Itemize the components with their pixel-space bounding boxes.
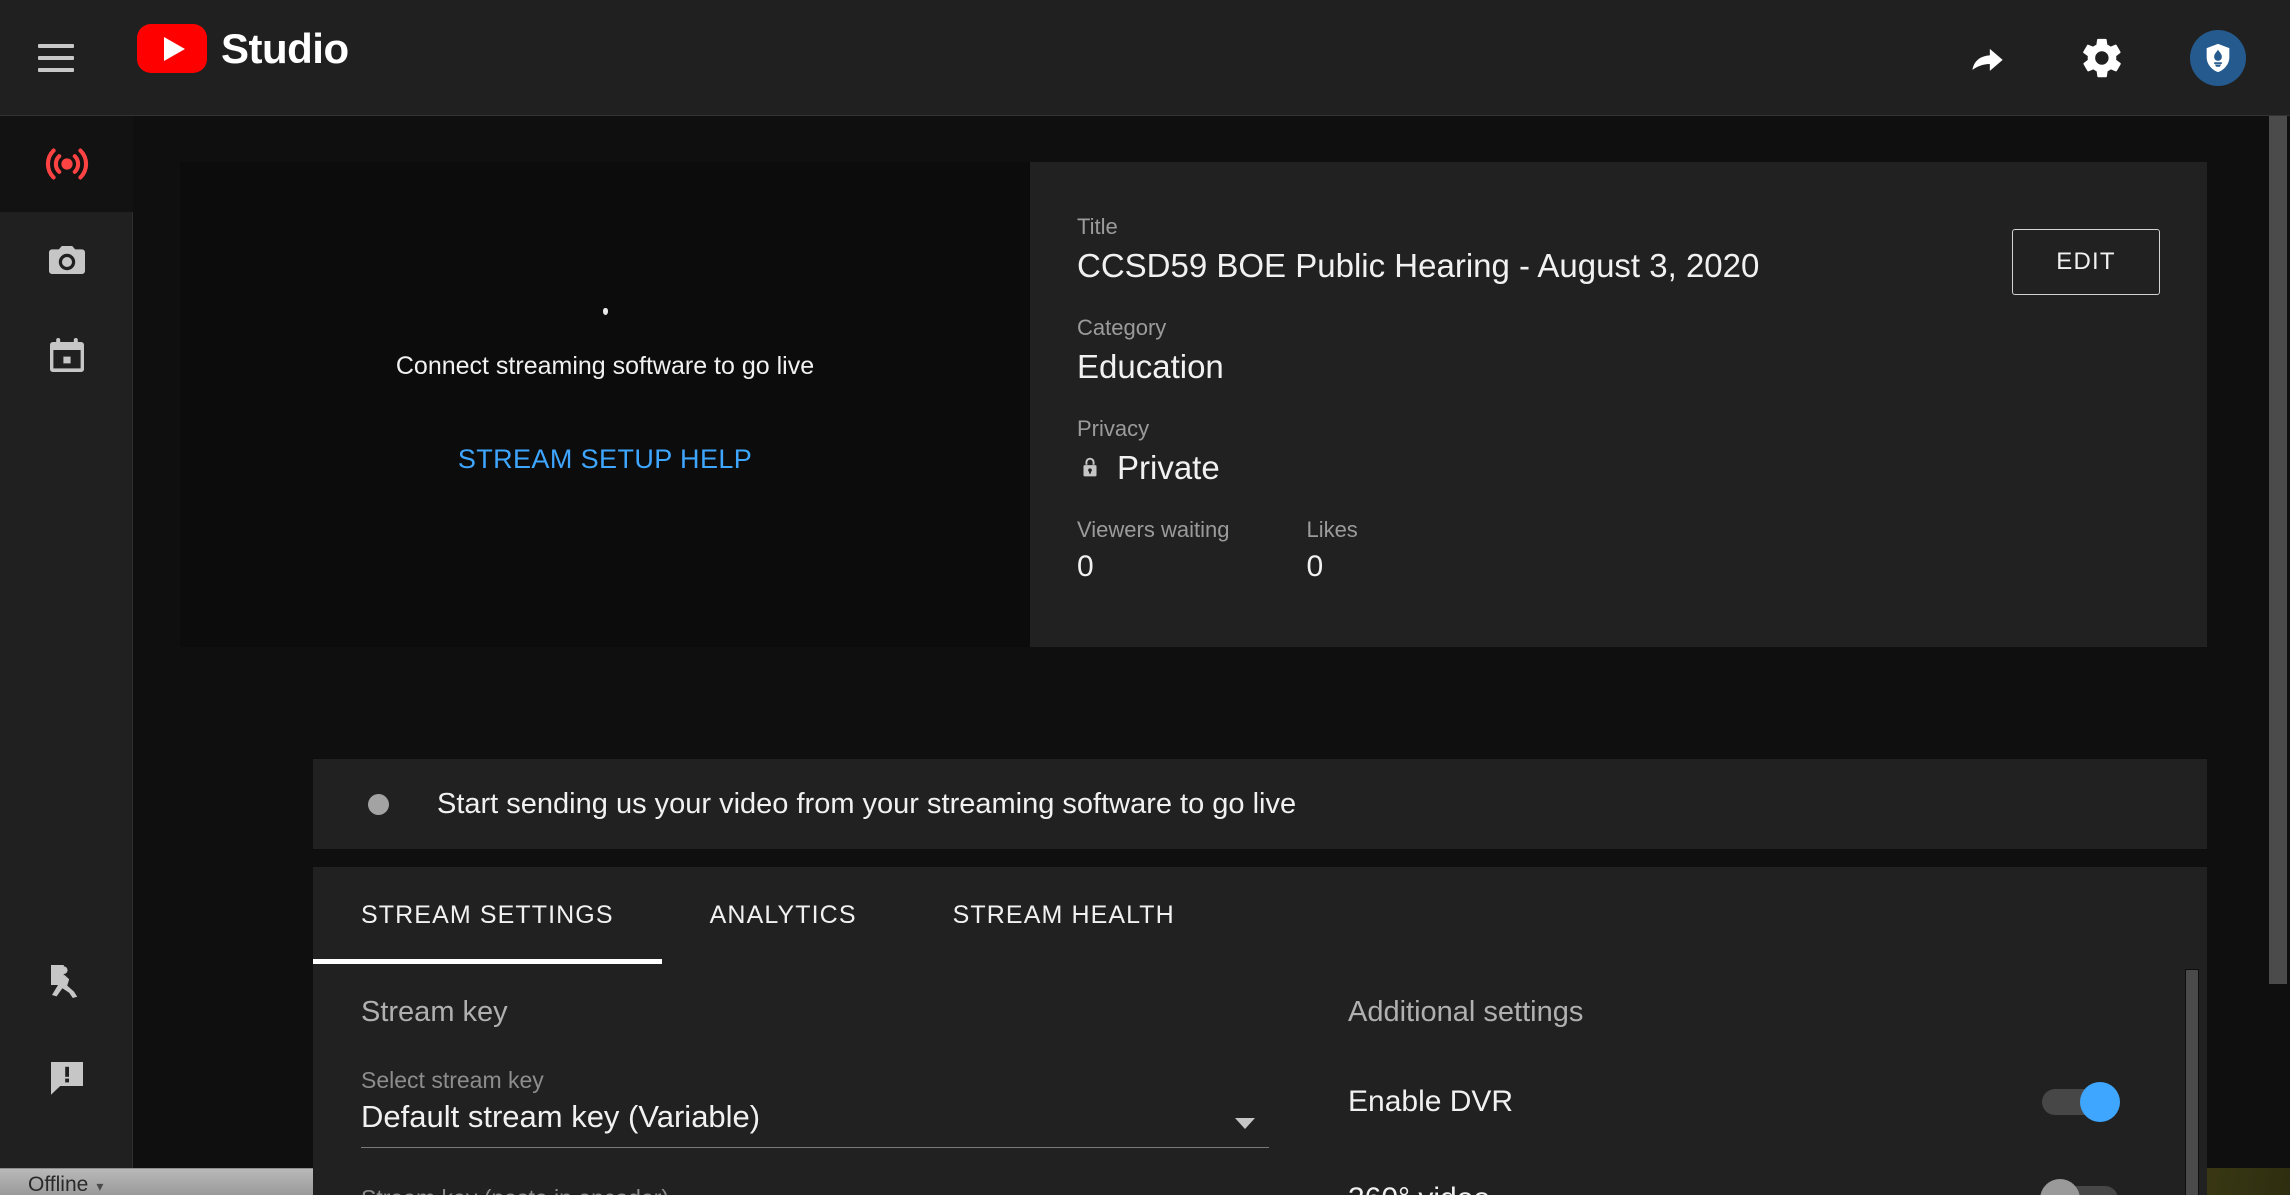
- privacy-value: Private: [1117, 449, 1220, 486]
- settings-tabs: STREAM SETTINGS ANALYTICS STREAM HEALTH: [313, 867, 2207, 964]
- video-360-row: 360° video: [1348, 1164, 2118, 1195]
- stream-preview: Connect streaming software to go live ST…: [180, 162, 1030, 647]
- avatar[interactable]: [2190, 30, 2246, 86]
- select-stream-key-label: Select stream key: [361, 1067, 544, 1093]
- sidebar-item-webcam[interactable]: [0, 212, 133, 308]
- edit-button[interactable]: EDIT: [2012, 229, 2160, 295]
- video-360-label: 360° video: [1348, 1182, 1490, 1195]
- enable-dvr-row: Enable DVR: [1348, 1067, 2120, 1137]
- video-360-toggle[interactable]: [2040, 1179, 2118, 1195]
- status-message: Start sending us your video from your st…: [437, 787, 1297, 820]
- category-value: Education: [1077, 348, 1224, 385]
- select-stream-key-value: Default stream key (Variable): [361, 1099, 761, 1134]
- enable-dvr-toggle[interactable]: [2042, 1082, 2120, 1122]
- privacy-label: Privacy: [1077, 416, 1150, 441]
- chevron-down-icon: ▾: [96, 1178, 104, 1194]
- stream-status-bar: Start sending us your video from your st…: [313, 759, 2207, 849]
- preview-message: Connect streaming software to go live: [395, 352, 815, 380]
- left-sidebar: [0, 116, 133, 1168]
- stream-key-section-title: Stream key: [361, 996, 508, 1028]
- tab-stream-settings[interactable]: STREAM SETTINGS: [313, 867, 662, 964]
- settings-panel-scroll-thumb[interactable]: [2185, 969, 2199, 1195]
- page-scrollbar[interactable]: [2266, 116, 2290, 1168]
- stream-settings-panel: Stream key Select stream key Default str…: [313, 964, 2207, 1195]
- camera-icon: [48, 246, 85, 274]
- tab-analytics[interactable]: ANALYTICS: [662, 867, 905, 964]
- app-header: Studio: [0, 0, 2290, 116]
- select-stream-key-dropdown[interactable]: Default stream key (Variable): [361, 1099, 1269, 1148]
- enable-dvr-label: Enable DVR: [1348, 1085, 1514, 1118]
- top-row: Connect streaming software to go live ST…: [180, 162, 2207, 647]
- hamburger-menu-icon[interactable]: [38, 38, 78, 78]
- stream-setup-help-link[interactable]: STREAM SETUP HELP: [458, 444, 752, 475]
- gear-icon[interactable]: [2076, 32, 2128, 84]
- header-actions: [1962, 0, 2246, 116]
- tab-stream-health[interactable]: STREAM HEALTH: [905, 867, 1223, 964]
- likes-stat: Likes 0: [1306, 517, 1357, 584]
- main-content: Connect streaming software to go live ST…: [133, 116, 2290, 1195]
- background-offline-status: Offline ▾: [28, 1173, 104, 1195]
- likes-value: 0: [1306, 550, 1324, 583]
- page-scroll-thumb[interactable]: [2269, 116, 2287, 984]
- stream-info-panel: Title CCSD59 BOE Public Hearing - August…: [1030, 162, 2207, 647]
- sidebar-item-send-feedback[interactable]: [0, 1030, 133, 1126]
- category-label: Category: [1077, 315, 1167, 340]
- calendar-icon: [49, 338, 84, 372]
- viewers-waiting-label: Viewers waiting: [1077, 517, 1230, 542]
- stream-key-label: Stream key (paste in encoder): [361, 1185, 1269, 1195]
- stream-key-column: Stream key Select stream key Default str…: [361, 996, 1281, 1195]
- title-value: CCSD59 BOE Public Hearing - August 3, 20…: [1077, 247, 1760, 284]
- viewers-waiting-value: 0: [1077, 550, 1094, 583]
- stats-row: Viewers waiting 0 Likes 0: [1077, 517, 2157, 584]
- title-label: Title: [1077, 214, 1118, 239]
- sidebar-item-stream[interactable]: [0, 116, 133, 212]
- likes-label: Likes: [1306, 517, 1358, 542]
- status-indicator-icon: [368, 793, 389, 815]
- live-broadcast-icon: [45, 148, 88, 180]
- additional-settings-title: Additional settings: [1348, 996, 1584, 1028]
- sidebar-item-exit-studio[interactable]: [0, 934, 133, 1030]
- youtube-studio-live-control-room: Offline▾ iMessage 🔈 Studio: [0, 0, 2290, 1195]
- share-arrow-icon[interactable]: [1962, 32, 2014, 84]
- viewers-waiting-stat: Viewers waiting 0: [1077, 517, 1229, 584]
- additional-settings-column: Additional settings Enable DVR 360° vide…: [1348, 996, 2148, 1195]
- chevron-down-icon: [1235, 1118, 1255, 1129]
- studio-brand-logo[interactable]: Studio: [137, 24, 349, 73]
- lock-icon: [1083, 457, 1097, 477]
- sidebar-item-manage[interactable]: [0, 308, 133, 404]
- stream-key-row: Stream key (paste in encoder) ••••••••••…: [361, 1185, 1269, 1195]
- privacy-row: Private: [1077, 449, 2157, 487]
- settings-panel-scrollbar[interactable]: [2185, 969, 2199, 1195]
- feedback-bubble-icon: [50, 1062, 83, 1095]
- youtube-logo-icon: [137, 24, 207, 73]
- preview-cursor-dot: [603, 308, 608, 315]
- exit-door-icon: [50, 965, 77, 998]
- brand-label: Studio: [221, 24, 349, 72]
